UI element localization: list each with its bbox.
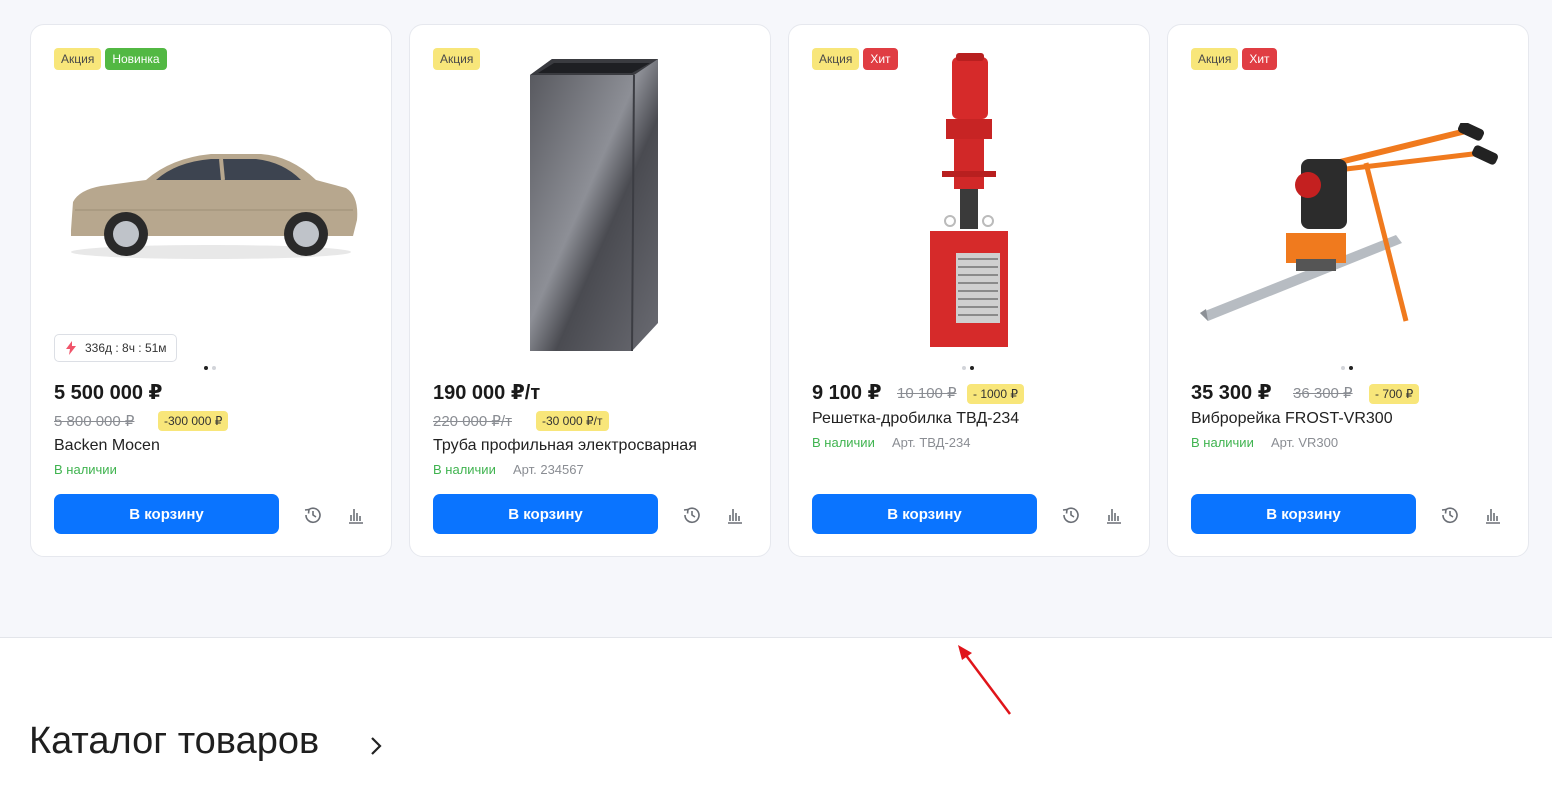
old-price: 220 000 ₽/т	[433, 413, 512, 430]
compare-chart-icon[interactable]	[725, 505, 745, 525]
product-title[interactable]: Решетка-дробилка ТВД-234	[812, 410, 1019, 428]
price: 35 300 ₽	[1191, 382, 1272, 404]
chevron-right-icon[interactable]	[366, 733, 386, 759]
old-price: 10 100 ₽	[897, 385, 957, 402]
badge-hit: Хит	[863, 48, 898, 70]
product-card[interactable]: Акция Хит 35 300 ₽ 36 300 ₽ - 700 ₽ Вибр…	[1167, 24, 1529, 557]
discount-badge: -30 000 ₽/т	[536, 411, 609, 431]
old-price: 5 800 000 ₽	[54, 413, 135, 430]
availability: В наличии	[433, 462, 496, 477]
history-icon[interactable]	[682, 505, 702, 525]
product-title[interactable]: Труба профильная электросварная	[433, 437, 697, 455]
countdown-timer: 336д : 8ч : 51м	[54, 334, 177, 362]
history-icon[interactable]	[303, 505, 323, 525]
lightning-icon	[66, 341, 76, 355]
history-icon[interactable]	[1061, 505, 1081, 525]
article-number: Арт. VR300	[1271, 435, 1339, 450]
product-card[interactable]: Акция Новинка 336д : 8ч : 51м 5 500 000 …	[30, 24, 392, 557]
compare-chart-icon[interactable]	[346, 505, 366, 525]
badges: Акция Хит	[812, 48, 898, 70]
timer-text: 336д : 8ч : 51м	[85, 341, 167, 355]
add-to-cart-button[interactable]: В корзину	[433, 494, 658, 534]
price: 9 100 ₽	[812, 382, 882, 404]
product-card[interactable]: Акция Хит 9 100 ₽ 10 100 ₽ - 1000 ₽ Реше…	[788, 24, 1150, 557]
image-pager[interactable]	[962, 366, 974, 370]
compare-chart-icon[interactable]	[1104, 505, 1124, 525]
discount-badge: -300 000 ₽	[158, 411, 229, 431]
product-image-car[interactable]	[61, 140, 361, 265]
availability: В наличии	[54, 462, 117, 477]
pager-dot[interactable]	[1349, 366, 1353, 370]
price: 190 000 ₽/т	[433, 382, 541, 404]
badges: Акция	[433, 48, 481, 70]
badge-promo: Акция	[812, 48, 860, 70]
add-to-cart-button[interactable]: В корзину	[54, 494, 279, 534]
discount-badge: - 700 ₽	[1369, 384, 1420, 404]
badges: Акция Хит	[1191, 48, 1277, 70]
availability: В наличии	[1191, 435, 1254, 450]
product-title[interactable]: Виброрейка FROST-VR300	[1191, 410, 1393, 428]
badges: Акция Новинка	[54, 48, 167, 70]
pager-dot[interactable]	[970, 366, 974, 370]
history-icon[interactable]	[1440, 505, 1460, 525]
catalog-heading[interactable]: Каталог товаров	[29, 720, 319, 763]
badge-promo: Акция	[1191, 48, 1239, 70]
add-to-cart-button[interactable]: В корзину	[1191, 494, 1416, 534]
add-to-cart-button[interactable]: В корзину	[812, 494, 1037, 534]
badge-hit: Хит	[1242, 48, 1277, 70]
image-pager[interactable]	[204, 366, 216, 370]
pager-dot[interactable]	[212, 366, 216, 370]
availability: В наличии	[812, 435, 875, 450]
badge-promo: Акция	[433, 48, 481, 70]
product-image-grinder[interactable]	[924, 53, 1014, 355]
pager-dot[interactable]	[1341, 366, 1345, 370]
compare-chart-icon[interactable]	[1483, 505, 1503, 525]
pager-dot[interactable]	[204, 366, 208, 370]
price: 5 500 000 ₽	[54, 382, 163, 404]
red-arrow-annotation	[958, 645, 1011, 715]
article-number: Арт. 234567	[513, 462, 584, 477]
pager-dot[interactable]	[962, 366, 966, 370]
image-pager[interactable]	[1341, 366, 1353, 370]
product-image-pipe[interactable]	[522, 57, 662, 355]
product-image-vibro-screed[interactable]	[1196, 123, 1506, 327]
product-title[interactable]: Backen Mocen	[54, 437, 160, 455]
product-card[interactable]: Акция 190 000 ₽/т 220 000 ₽/т -30 000 ₽/…	[409, 24, 771, 557]
badge-new: Новинка	[105, 48, 167, 70]
old-price: 36 300 ₽	[1293, 385, 1353, 402]
badge-promo: Акция	[54, 48, 102, 70]
article-number: Арт. ТВД-234	[892, 435, 971, 450]
discount-badge: - 1000 ₽	[967, 384, 1024, 404]
